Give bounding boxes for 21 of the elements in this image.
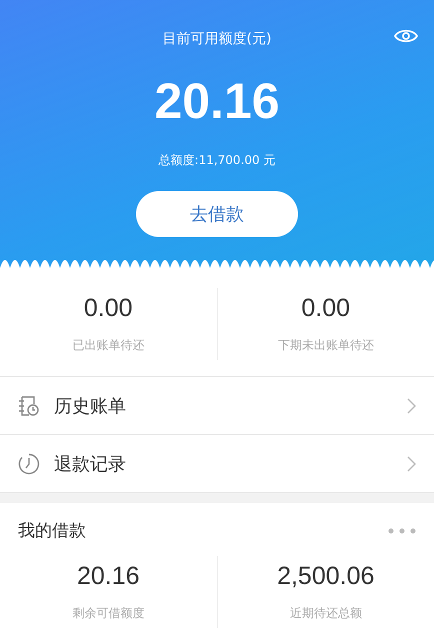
chevron-right-icon [407, 456, 416, 472]
loan-stat-label: 剩余可借额度 [72, 605, 144, 622]
loan-stat-value: 2,500.06 [277, 562, 374, 591]
available-amount: 20.16 [154, 72, 280, 130]
total-credit: 总额度:11,700.00 元 [158, 152, 276, 169]
available-credit-title: 目前可用额度(元) [162, 30, 272, 48]
loans-title: 我的借款 [18, 520, 86, 542]
chevron-right-icon [407, 398, 416, 414]
menu-row[interactable]: 历史账单 [0, 377, 434, 435]
menu-row[interactable]: 退款记录 [0, 435, 434, 493]
stat-label: 已出账单待还 [72, 337, 144, 354]
eye-icon[interactable] [394, 28, 418, 44]
stat-value: 0.00 [301, 294, 350, 323]
bill-clock-icon [18, 394, 40, 416]
loan-stat-value: 20.16 [76, 562, 140, 591]
loan-stat-label: 近期待还总额 [290, 605, 362, 622]
stat-label: 下期未出账单待还 [278, 337, 374, 354]
clock-icon [18, 452, 40, 474]
borrow-button[interactable]: 去借款 [136, 191, 298, 237]
more-icon[interactable] [388, 528, 416, 534]
stat-value: 0.00 [84, 294, 133, 323]
